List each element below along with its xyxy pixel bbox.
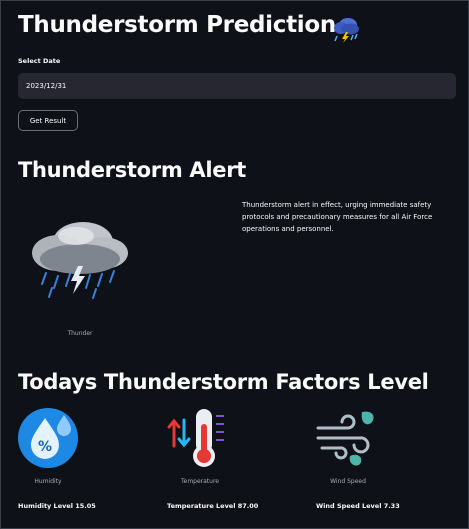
wind-speed-caption: Wind Speed: [330, 478, 366, 485]
temperature-level: Temperature Level 87.00: [167, 502, 259, 510]
date-label: Select Date: [18, 57, 61, 65]
wind-speed-level: Wind Speed Level 7.33: [316, 502, 400, 510]
thunderstorm-cloud-icon: [32, 222, 128, 299]
alert-image-caption: Thunder: [67, 330, 93, 337]
storm-cloud-emoji-icon: [334, 18, 359, 43]
temperature-icon: [167, 409, 224, 467]
humidity-level: Humidity Level 15.05: [18, 502, 96, 510]
wind-icon: [316, 411, 374, 466]
factors-heading: Todays Thunderstorm Factors Level: [18, 370, 429, 394]
get-result-button[interactable]: Get Result: [18, 110, 78, 131]
temperature-caption: Temperature: [180, 478, 219, 485]
date-input[interactable]: [18, 73, 456, 99]
svg-text:%: %: [38, 439, 52, 455]
alert-message: Thunderstorm alert in effect, urging imm…: [242, 201, 433, 234]
humidity-icon: %: [18, 408, 78, 468]
page-title: Thunderstorm Prediction: [18, 12, 336, 38]
humidity-caption: Humidity: [34, 478, 62, 485]
alert-heading: Thunderstorm Alert: [18, 158, 247, 182]
